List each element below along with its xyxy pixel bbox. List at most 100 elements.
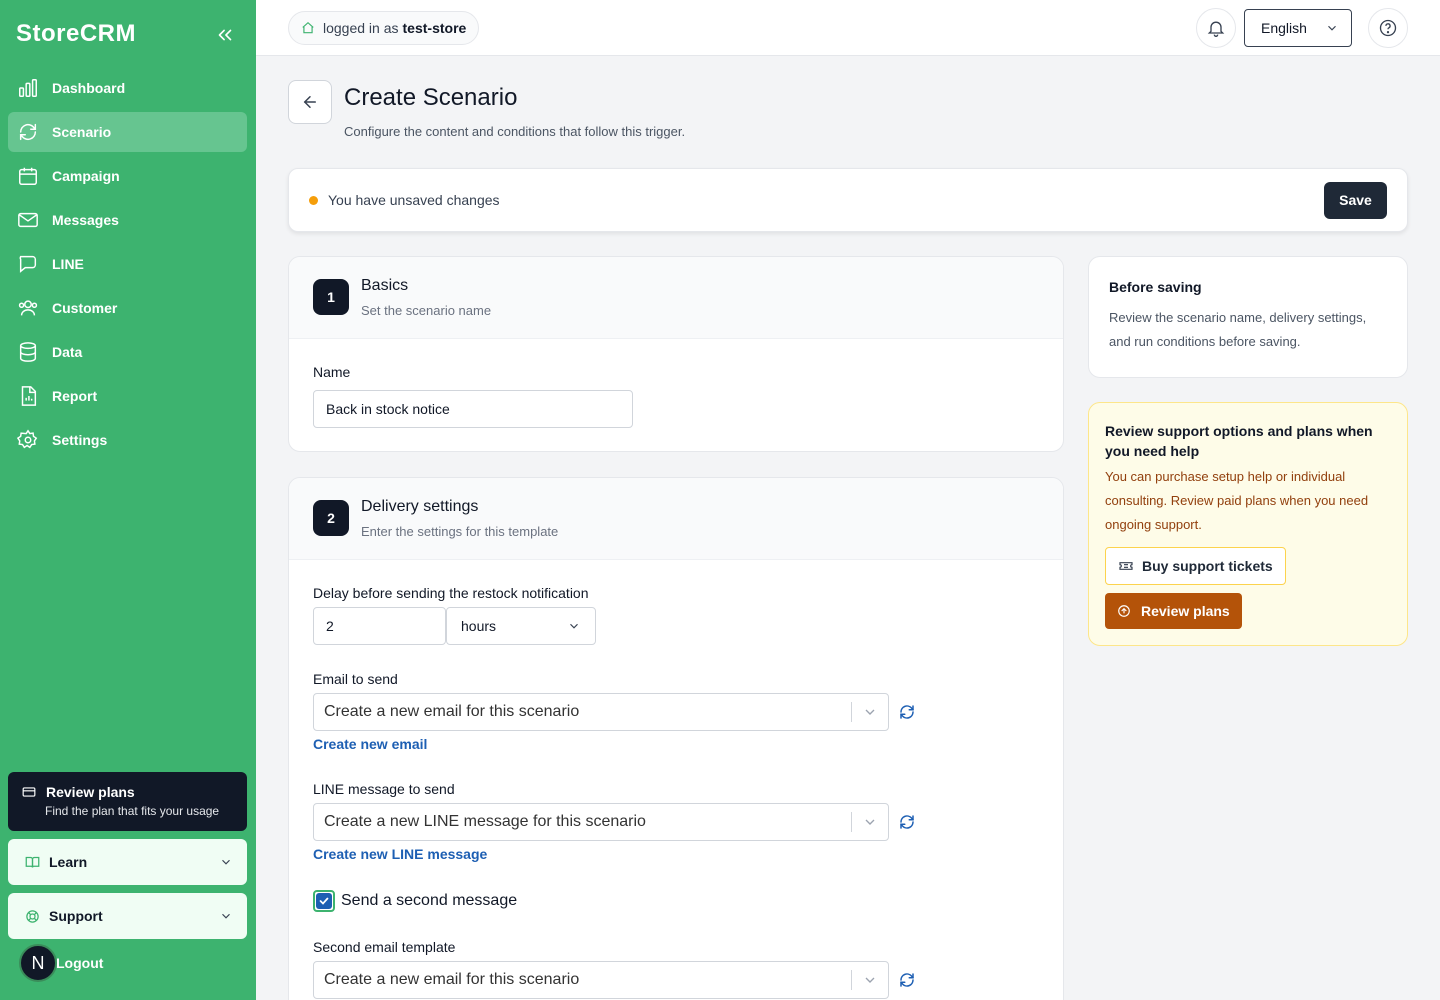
create-line-link[interactable]: Create new LINE message — [313, 846, 487, 862]
sidebar-item-label: Campaign — [52, 168, 120, 184]
top-bar: logged in as test-store English — [256, 0, 1440, 56]
sidebar-item-label: Settings — [52, 432, 108, 448]
book-icon — [25, 856, 40, 868]
second-email-select-value: Create a new email for this scenario — [324, 971, 580, 988]
chevron-down-icon — [1328, 25, 1336, 31]
sidebar-item-label: Scenario — [52, 124, 112, 140]
sidebar-item-campaign[interactable]: Campaign — [8, 156, 247, 196]
arrow-left-icon — [303, 96, 316, 108]
status-dot — [309, 195, 318, 205]
mail-icon — [17, 209, 39, 231]
chevron-down-icon — [865, 977, 875, 983]
email-select-value: Create a new email for this scenario — [324, 703, 580, 720]
back-button[interactable] — [288, 80, 332, 124]
refresh-emails-icon[interactable] — [898, 703, 916, 721]
sidebar-item-data[interactable]: Data — [8, 332, 247, 372]
support-help-card: Review support options and plans when yo… — [1088, 402, 1408, 646]
sidebar-nav: Dashboard Scenario Campaign Messages LIN… — [8, 68, 247, 464]
delay-label: Delay before sending the restock notific… — [313, 585, 589, 601]
sidebar-item-settings[interactable]: Settings — [8, 420, 247, 460]
sidebar-item-label: Customer — [52, 300, 118, 316]
learn-accordion[interactable]: Learn — [8, 839, 247, 885]
second-message-checkbox[interactable] — [313, 890, 335, 912]
review-plans-subtitle: Find the plan that fits your usage — [45, 804, 220, 818]
database-icon — [17, 341, 39, 363]
section-title: Basics — [361, 277, 409, 294]
chevron-down-icon — [570, 623, 578, 629]
before-saving-card: Before saving Review the scenario name, … — [1088, 256, 1408, 378]
refresh-second-email-icon[interactable] — [898, 971, 916, 989]
sidebar-item-scenario[interactable]: Scenario — [8, 112, 247, 152]
email-select[interactable]: Create a new email for this scenario — [313, 693, 889, 731]
sidebar-item-messages[interactable]: Messages — [8, 200, 247, 240]
delay-unit-select[interactable]: hours — [446, 607, 596, 645]
unsaved-message: You have unsaved changes — [328, 192, 500, 208]
basics-card: 1 Basics Set the scenario name Name Back… — [288, 256, 1064, 452]
section-subtitle: Enter the settings for this template — [361, 524, 559, 539]
buy-support-tickets-button[interactable]: Buy support tickets — [1105, 547, 1286, 585]
login-prefix: logged in as — [323, 20, 399, 36]
page-title: Create Scenario — [344, 84, 518, 111]
chevron-down-icon — [865, 819, 875, 825]
collapse-sidebar-icon[interactable] — [214, 24, 236, 46]
line-select-value: Create a new LINE message for this scena… — [324, 813, 646, 830]
second-email-select[interactable]: Create a new email for this scenario — [313, 961, 889, 999]
help-button[interactable] — [1368, 8, 1408, 48]
calendar-icon — [17, 165, 39, 187]
chevron-down-icon — [222, 913, 230, 919]
language-select[interactable]: English — [1244, 9, 1352, 47]
chat-icon — [17, 253, 39, 275]
arrow-up-circle-icon — [1118, 605, 1130, 617]
review-plans-title: Review plans — [46, 784, 135, 800]
email-label: Email to send — [313, 671, 398, 687]
avatar[interactable]: N — [19, 944, 57, 982]
bar-chart-icon — [17, 77, 39, 99]
check-icon — [319, 897, 329, 905]
support-accordion[interactable]: Support — [8, 893, 247, 939]
second-email-label: Second email template — [313, 939, 456, 955]
sidebar-item-report[interactable]: Report — [8, 376, 247, 416]
line-select[interactable]: Create a new LINE message for this scena… — [313, 803, 889, 841]
review-plans-button[interactable]: Review plans — [1105, 593, 1242, 629]
lifebuoy-icon — [26, 909, 39, 923]
support-help-body: You can purchase setup help or individua… — [1105, 469, 1369, 532]
brand-logo[interactable]: StoreCRM — [16, 20, 136, 48]
sidebar-item-label: Messages — [52, 212, 119, 228]
help-icon — [1379, 19, 1397, 37]
delivery-card: 2 Delivery settings Enter the settings f… — [288, 477, 1064, 1000]
support-help-title: Review support options and plans when yo… — [1105, 423, 1373, 459]
home-icon — [302, 21, 314, 34]
delivery-header: 2 Delivery settings Enter the settings f… — [289, 478, 1063, 560]
refresh-icon — [17, 121, 39, 143]
review-plans-label: Review plans — [1141, 603, 1230, 619]
second-message-label[interactable]: Send a second message — [341, 892, 517, 910]
section-title: Delivery settings — [361, 498, 479, 515]
sidebar-item-label: Report — [52, 388, 98, 404]
refresh-line-icon[interactable] — [898, 813, 916, 831]
sidebar-item-label: Data — [52, 344, 83, 360]
support-label: Support — [49, 908, 103, 924]
language-value: English — [1261, 20, 1307, 36]
name-input[interactable]: Back in stock notice — [313, 390, 633, 428]
sidebar-item-line[interactable]: LINE — [8, 244, 247, 284]
step-badge: 2 — [313, 500, 349, 536]
sidebar-item-customer[interactable]: Customer — [8, 288, 247, 328]
users-icon — [17, 297, 39, 319]
save-button[interactable]: Save — [1324, 181, 1387, 219]
sidebar-item-dashboard[interactable]: Dashboard — [8, 68, 247, 108]
ticket-icon — [1119, 562, 1133, 570]
name-label: Name — [313, 364, 351, 380]
create-email-link[interactable]: Create new email — [313, 736, 427, 752]
logout-link[interactable]: Logout — [56, 955, 103, 971]
bell-icon — [1207, 21, 1225, 37]
store-name: test-store — [402, 20, 467, 36]
login-status-pill: logged in as test-store — [288, 11, 480, 45]
section-subtitle: Set the scenario name — [361, 303, 492, 318]
sidebar: StoreCRM Dashboard Scenario Campaign Mes… — [0, 0, 256, 1000]
sidebar-item-label: Dashboard — [52, 80, 126, 96]
chevron-down-icon — [222, 859, 230, 865]
notifications-button[interactable] — [1196, 8, 1236, 48]
delay-value-input[interactable]: 2 — [313, 607, 446, 645]
review-plans-card[interactable]: Review plans Find the plan that fits you… — [8, 772, 247, 831]
credit-card-icon — [22, 787, 36, 797]
